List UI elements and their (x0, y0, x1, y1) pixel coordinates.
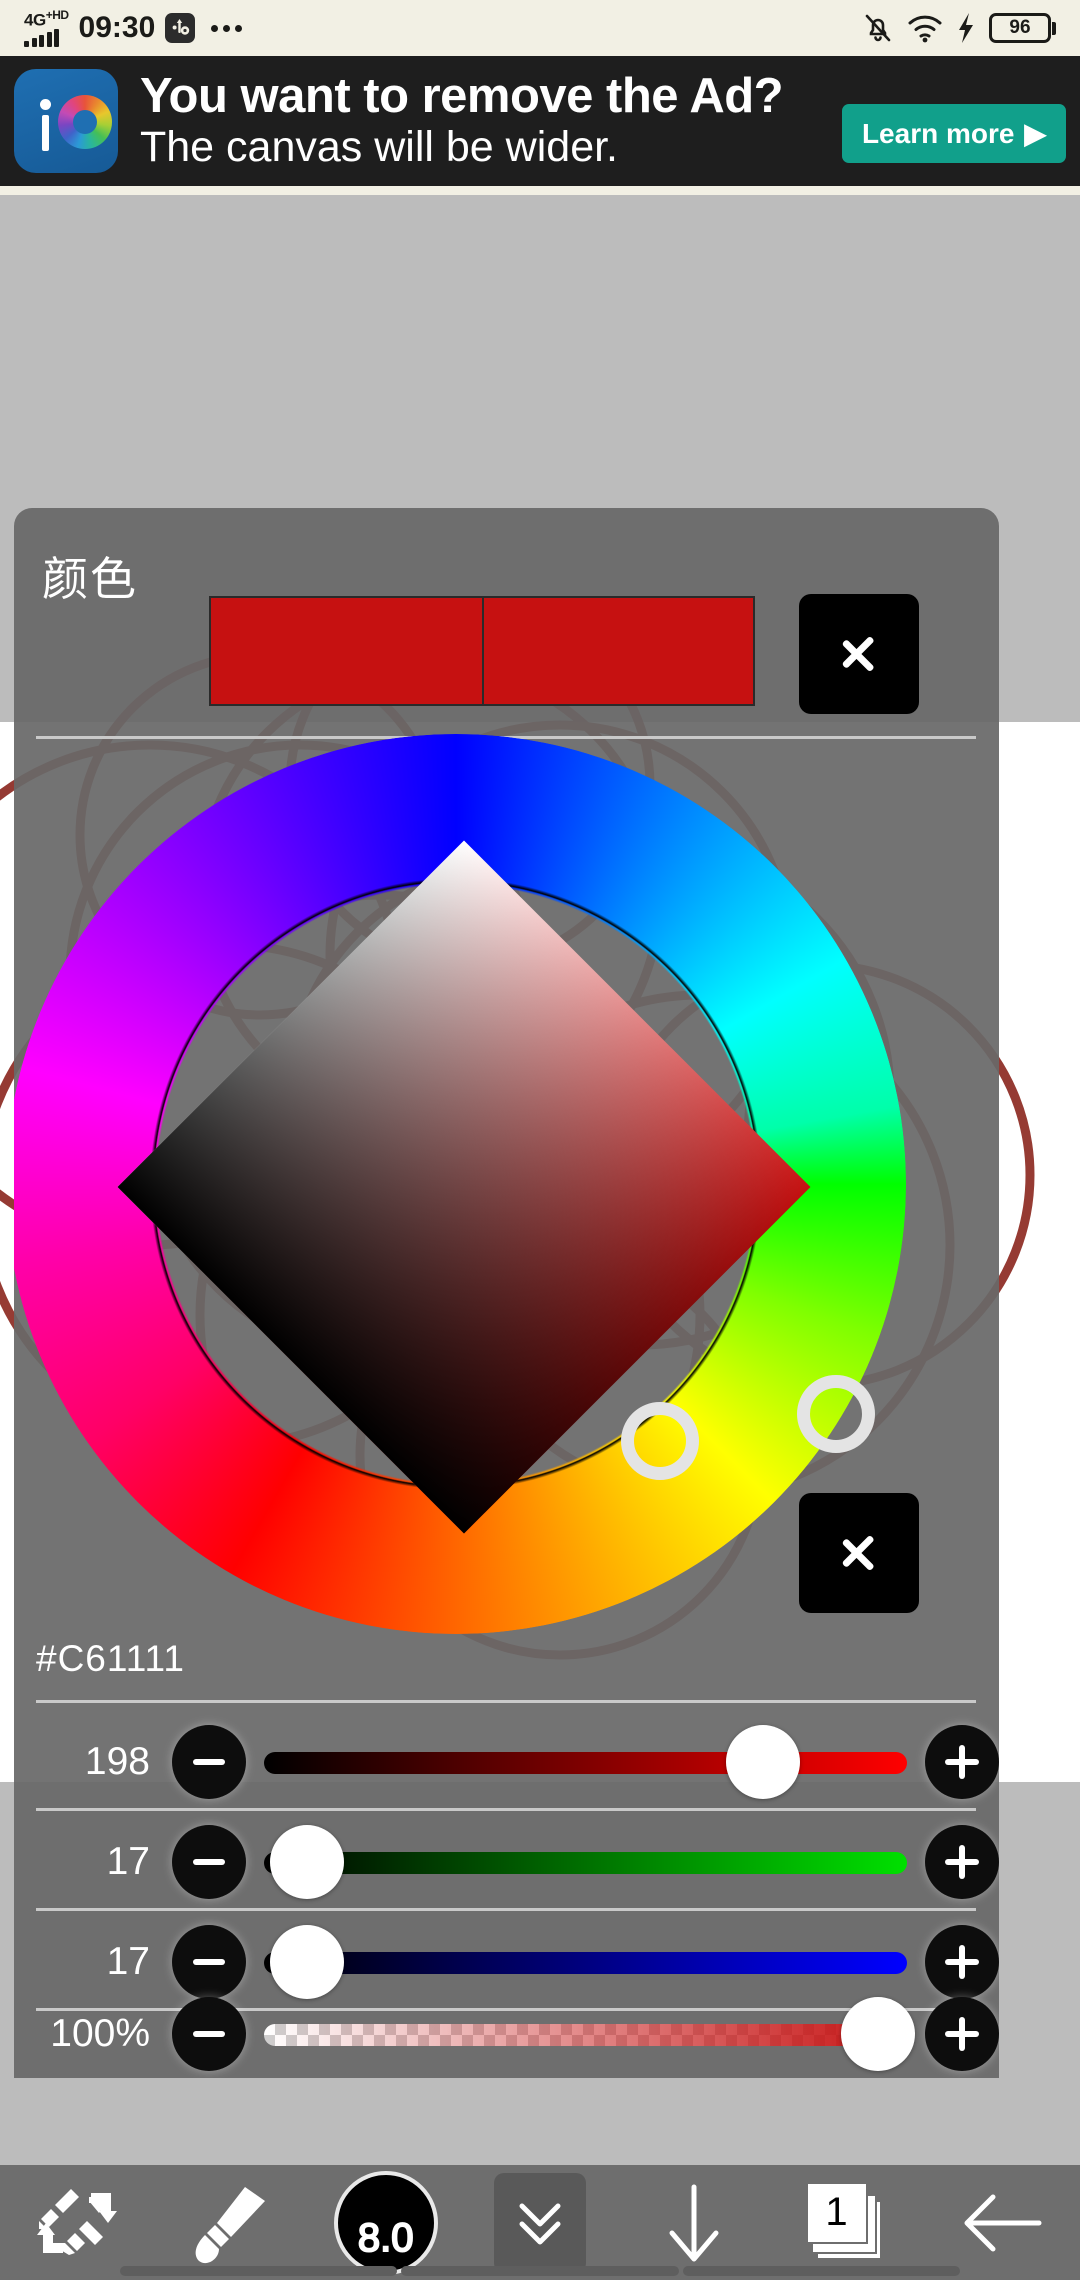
hex-code-label[interactable]: #C61111 (36, 1638, 185, 1680)
slider-row-red: 198 (14, 1712, 999, 1811)
app-root: 4G+HD 09:30 96 You want to remove the Ad… (0, 0, 1080, 2280)
layer-count-label: 1 (825, 2190, 848, 2234)
signal-indicator: 4G+HD (24, 9, 69, 47)
color-wheel-next-button[interactable] (799, 1493, 919, 1613)
arrow-down-icon (669, 2184, 719, 2261)
battery-indicator: 96 (989, 13, 1056, 43)
slider-row-alpha: 100% (14, 1984, 999, 2078)
double-chevron-down-button[interactable] (493, 2172, 586, 2273)
color-wheel-block[interactable] (14, 730, 999, 1650)
home-indicator-segment (682, 2266, 960, 2276)
plus-icon (945, 1844, 979, 1879)
brush-size-label: 8.0 (357, 2215, 415, 2261)
alpha-slider-track[interactable] (264, 2023, 907, 2046)
secondary-color-swatch[interactable] (482, 598, 753, 704)
ibis-paint-app-icon (14, 69, 118, 173)
pen-eraser-swap-icon (37, 2188, 118, 2255)
status-bar-right: 96 (863, 11, 1056, 45)
hue-selector-ring-icon[interactable] (797, 1375, 875, 1453)
more-dots-icon (211, 24, 243, 32)
clock-label: 09:30 (78, 11, 156, 44)
arrow-left-icon (964, 2194, 1042, 2251)
minus-icon (193, 1958, 225, 1965)
red-value-label: 198 (84, 1739, 150, 1783)
red-slider-knob[interactable] (725, 1724, 800, 1799)
home-indicator-segment (120, 2266, 398, 2276)
blue-slider-track[interactable] (264, 1951, 907, 1974)
usb-debug-icon (165, 13, 196, 43)
green-slider-knob[interactable] (270, 1824, 345, 1899)
alpha-increment-button[interactable] (925, 1996, 999, 2071)
home-indicator-segment (401, 2266, 679, 2276)
status-bar-left: 4G+HD 09:30 (24, 9, 243, 47)
network-type-label: 4G+HD (24, 8, 69, 30)
drawing-canvas[interactable]: 颜色 #C61111 198 17 17 100% (0, 195, 1080, 2165)
battery-level-label: 96 (989, 13, 1051, 43)
red-increment-button[interactable] (925, 1724, 999, 1799)
color-panel: 颜色 #C61111 198 17 17 100% (14, 508, 999, 2078)
panel-divider-g (36, 1908, 976, 1911)
green-increment-button[interactable] (925, 1824, 999, 1899)
minus-icon (193, 1758, 225, 1765)
green-decrement-button[interactable] (172, 1824, 246, 1899)
status-bar: 4G+HD 09:30 96 (0, 0, 1080, 56)
green-value-label: 17 (106, 1839, 150, 1883)
layers-stack-icon: 1 (805, 2180, 892, 2266)
chevron-right-icon (842, 1524, 876, 1582)
play-triangle-icon: ▶ (1024, 118, 1046, 149)
red-slider-track-wrap[interactable] (264, 1724, 907, 1799)
green-slider-track-wrap[interactable] (264, 1824, 907, 1899)
red-slider-track[interactable] (264, 1751, 907, 1774)
slider-row-green: 17 (14, 1812, 999, 1911)
green-slider-track[interactable] (264, 1851, 907, 1874)
color-panel-next-button[interactable] (799, 594, 919, 714)
saturation-value-selector-ring-icon[interactable] (621, 1402, 699, 1480)
ad-separator (0, 186, 1080, 195)
alpha-decrement-button[interactable] (172, 1996, 246, 2071)
chevron-right-icon (842, 625, 876, 683)
alpha-slider-knob[interactable] (841, 1996, 916, 2071)
wifi-icon (908, 15, 942, 43)
panel-divider-r (36, 1808, 976, 1811)
primary-color-swatch[interactable] (211, 598, 482, 704)
swatch-row (14, 594, 999, 724)
signal-bars-icon (24, 28, 59, 47)
alpha-slider-track-wrap[interactable] (264, 1996, 916, 2071)
learn-more-label: Learn more (861, 117, 1015, 149)
minus-icon (193, 1858, 225, 1865)
paintbrush-icon (196, 2186, 266, 2263)
panel-divider-hex (36, 1700, 976, 1703)
minus-icon (193, 2030, 225, 2037)
red-decrement-button[interactable] (172, 1724, 246, 1799)
home-indicator (0, 2262, 1080, 2280)
learn-more-button[interactable]: Learn more ▶ (841, 104, 1066, 163)
brush-size-circle-icon: 8.0 (333, 2170, 438, 2275)
color-swatches[interactable] (209, 596, 755, 706)
plus-icon (945, 1944, 979, 1979)
blue-value-label: 17 (106, 1939, 150, 1983)
double-chevron-down-icon (519, 2203, 561, 2244)
bell-muted-icon (865, 14, 891, 42)
plus-icon (945, 1744, 979, 1779)
plus-icon (945, 2016, 979, 2051)
alpha-value-label: 100% (50, 2011, 150, 2055)
lightning-bolt-icon (959, 13, 973, 43)
ad-banner[interactable]: You want to remove the Ad? The canvas wi… (0, 56, 1080, 186)
